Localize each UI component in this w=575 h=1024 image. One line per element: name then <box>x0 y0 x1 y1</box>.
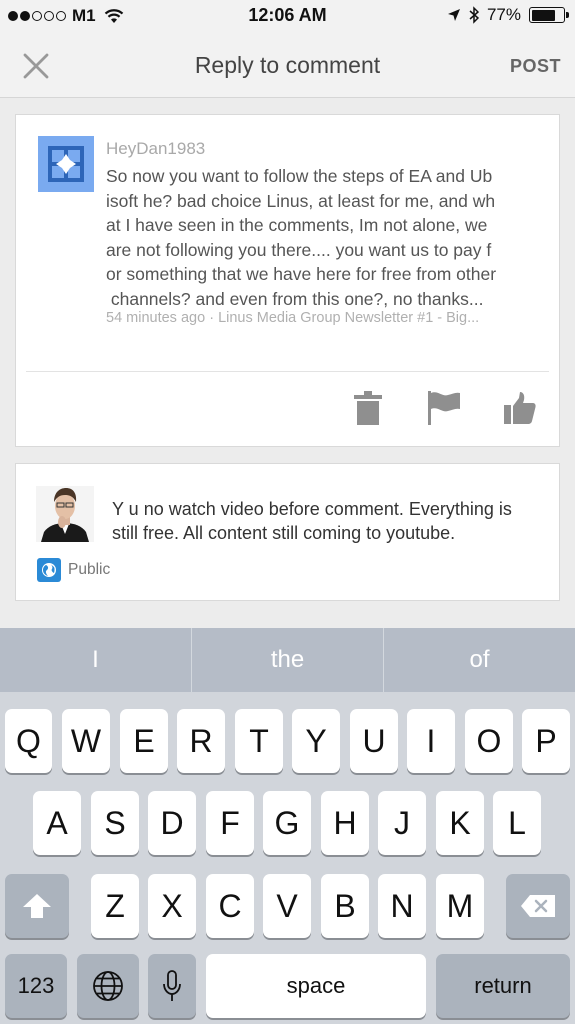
comment-line: So now you want to follow the steps of E… <box>106 166 493 186</box>
comment-line: channels? and even from this one?, no th… <box>106 288 484 309</box>
suggestion-2[interactable]: the <box>191 628 383 692</box>
key-s[interactable]: S <box>91 791 139 855</box>
page-title: Reply to comment <box>194 52 381 78</box>
meta-separator: · <box>209 310 215 326</box>
reply-card[interactable]: Y u no watch video before comment. Every… <box>15 463 560 601</box>
comment-video-link[interactable]: Linus Media Group Newsletter #1 - Big... <box>218 310 479 326</box>
suggestion-3[interactable]: of <box>383 628 575 692</box>
key-k[interactable]: K <box>436 791 484 855</box>
comment-line: isoft he? bad choice Linus, at least for… <box>106 190 496 211</box>
comment-line: at I have seen in the comments, Im not a… <box>106 215 488 236</box>
suggestion-1[interactable]: I <box>0 628 191 692</box>
post-button[interactable]: POST <box>510 56 561 77</box>
battery-percent: 77% <box>486 5 521 24</box>
visibility-selector[interactable]: Public <box>37 558 110 582</box>
key-o[interactable]: O <box>465 709 513 773</box>
comment-line: or something that we have here for free … <box>106 264 497 285</box>
location-arrow-icon <box>447 9 460 21</box>
key-b[interactable]: B <box>321 874 369 938</box>
comment-author[interactable]: HeyDan1983 <box>106 139 205 159</box>
trash-icon <box>354 391 382 425</box>
flag-icon <box>428 391 460 425</box>
keyboard: I the of Q W E R T Y U I O P A S D F G H… <box>0 628 575 1024</box>
return-key[interactable]: return <box>436 954 570 1018</box>
key-f[interactable]: F <box>206 791 254 855</box>
flag-button[interactable] <box>426 390 462 426</box>
shift-key[interactable] <box>5 874 69 938</box>
visibility-label: Public <box>68 561 111 578</box>
key-j[interactable]: J <box>378 791 426 855</box>
key-y[interactable]: Y <box>292 709 340 773</box>
key-w[interactable]: W <box>62 709 110 773</box>
thumbs-up-icon <box>504 392 536 424</box>
comment-card: HeyDan1983 So now you want to follow the… <box>15 114 560 447</box>
battery-icon <box>529 7 569 23</box>
suggestion-bar: I the of <box>0 628 575 692</box>
numbers-key[interactable]: 123 <box>5 954 67 1018</box>
avatar[interactable] <box>38 136 94 192</box>
default-avatar-icon <box>48 146 84 182</box>
dictation-key[interactable] <box>148 954 196 1018</box>
key-v[interactable]: V <box>263 874 311 938</box>
like-button[interactable] <box>502 390 538 426</box>
globe-icon <box>93 971 123 1001</box>
comment-meta: 54 minutes ago · Linus Media Group Newsl… <box>106 310 546 326</box>
key-g[interactable]: G <box>263 791 311 855</box>
shift-icon <box>23 894 51 918</box>
comment-line: are not following you there.... you want… <box>106 239 492 260</box>
key-r[interactable]: R <box>177 709 225 773</box>
bluetooth-icon <box>469 6 479 24</box>
key-m[interactable]: M <box>436 874 484 938</box>
key-c[interactable]: C <box>206 874 254 938</box>
comment-time: 54 minutes ago <box>106 310 206 326</box>
microphone-icon <box>163 970 181 1001</box>
key-n[interactable]: N <box>378 874 426 938</box>
key-z[interactable]: Z <box>91 874 139 938</box>
space-key[interactable]: space <box>206 954 426 1018</box>
user-avatar-image <box>36 486 94 542</box>
nav-bar: Reply to comment POST <box>0 34 575 98</box>
backspace-icon <box>521 895 555 917</box>
user-avatar <box>36 486 94 542</box>
key-l[interactable]: L <box>493 791 541 855</box>
key-i[interactable]: I <box>407 709 455 773</box>
key-d[interactable]: D <box>148 791 196 855</box>
key-h[interactable]: H <box>321 791 369 855</box>
delete-button[interactable] <box>350 390 386 426</box>
status-right: 77% <box>447 5 569 25</box>
key-e[interactable]: E <box>120 709 168 773</box>
key-a[interactable]: A <box>33 791 81 855</box>
delete-key[interactable] <box>506 874 570 938</box>
key-t[interactable]: T <box>235 709 283 773</box>
comment-text: So now you want to follow the steps of E… <box>106 164 546 312</box>
key-p[interactable]: P <box>522 709 570 773</box>
key-u[interactable]: U <box>350 709 398 773</box>
reply-input[interactable]: Y u no watch video before comment. Every… <box>112 497 542 545</box>
divider <box>26 371 549 372</box>
globe-icon <box>37 558 61 582</box>
globe-key[interactable] <box>77 954 139 1018</box>
status-bar: M1 12:06 AM 77% <box>0 0 575 34</box>
key-x[interactable]: X <box>148 874 196 938</box>
key-q[interactable]: Q <box>5 709 52 773</box>
